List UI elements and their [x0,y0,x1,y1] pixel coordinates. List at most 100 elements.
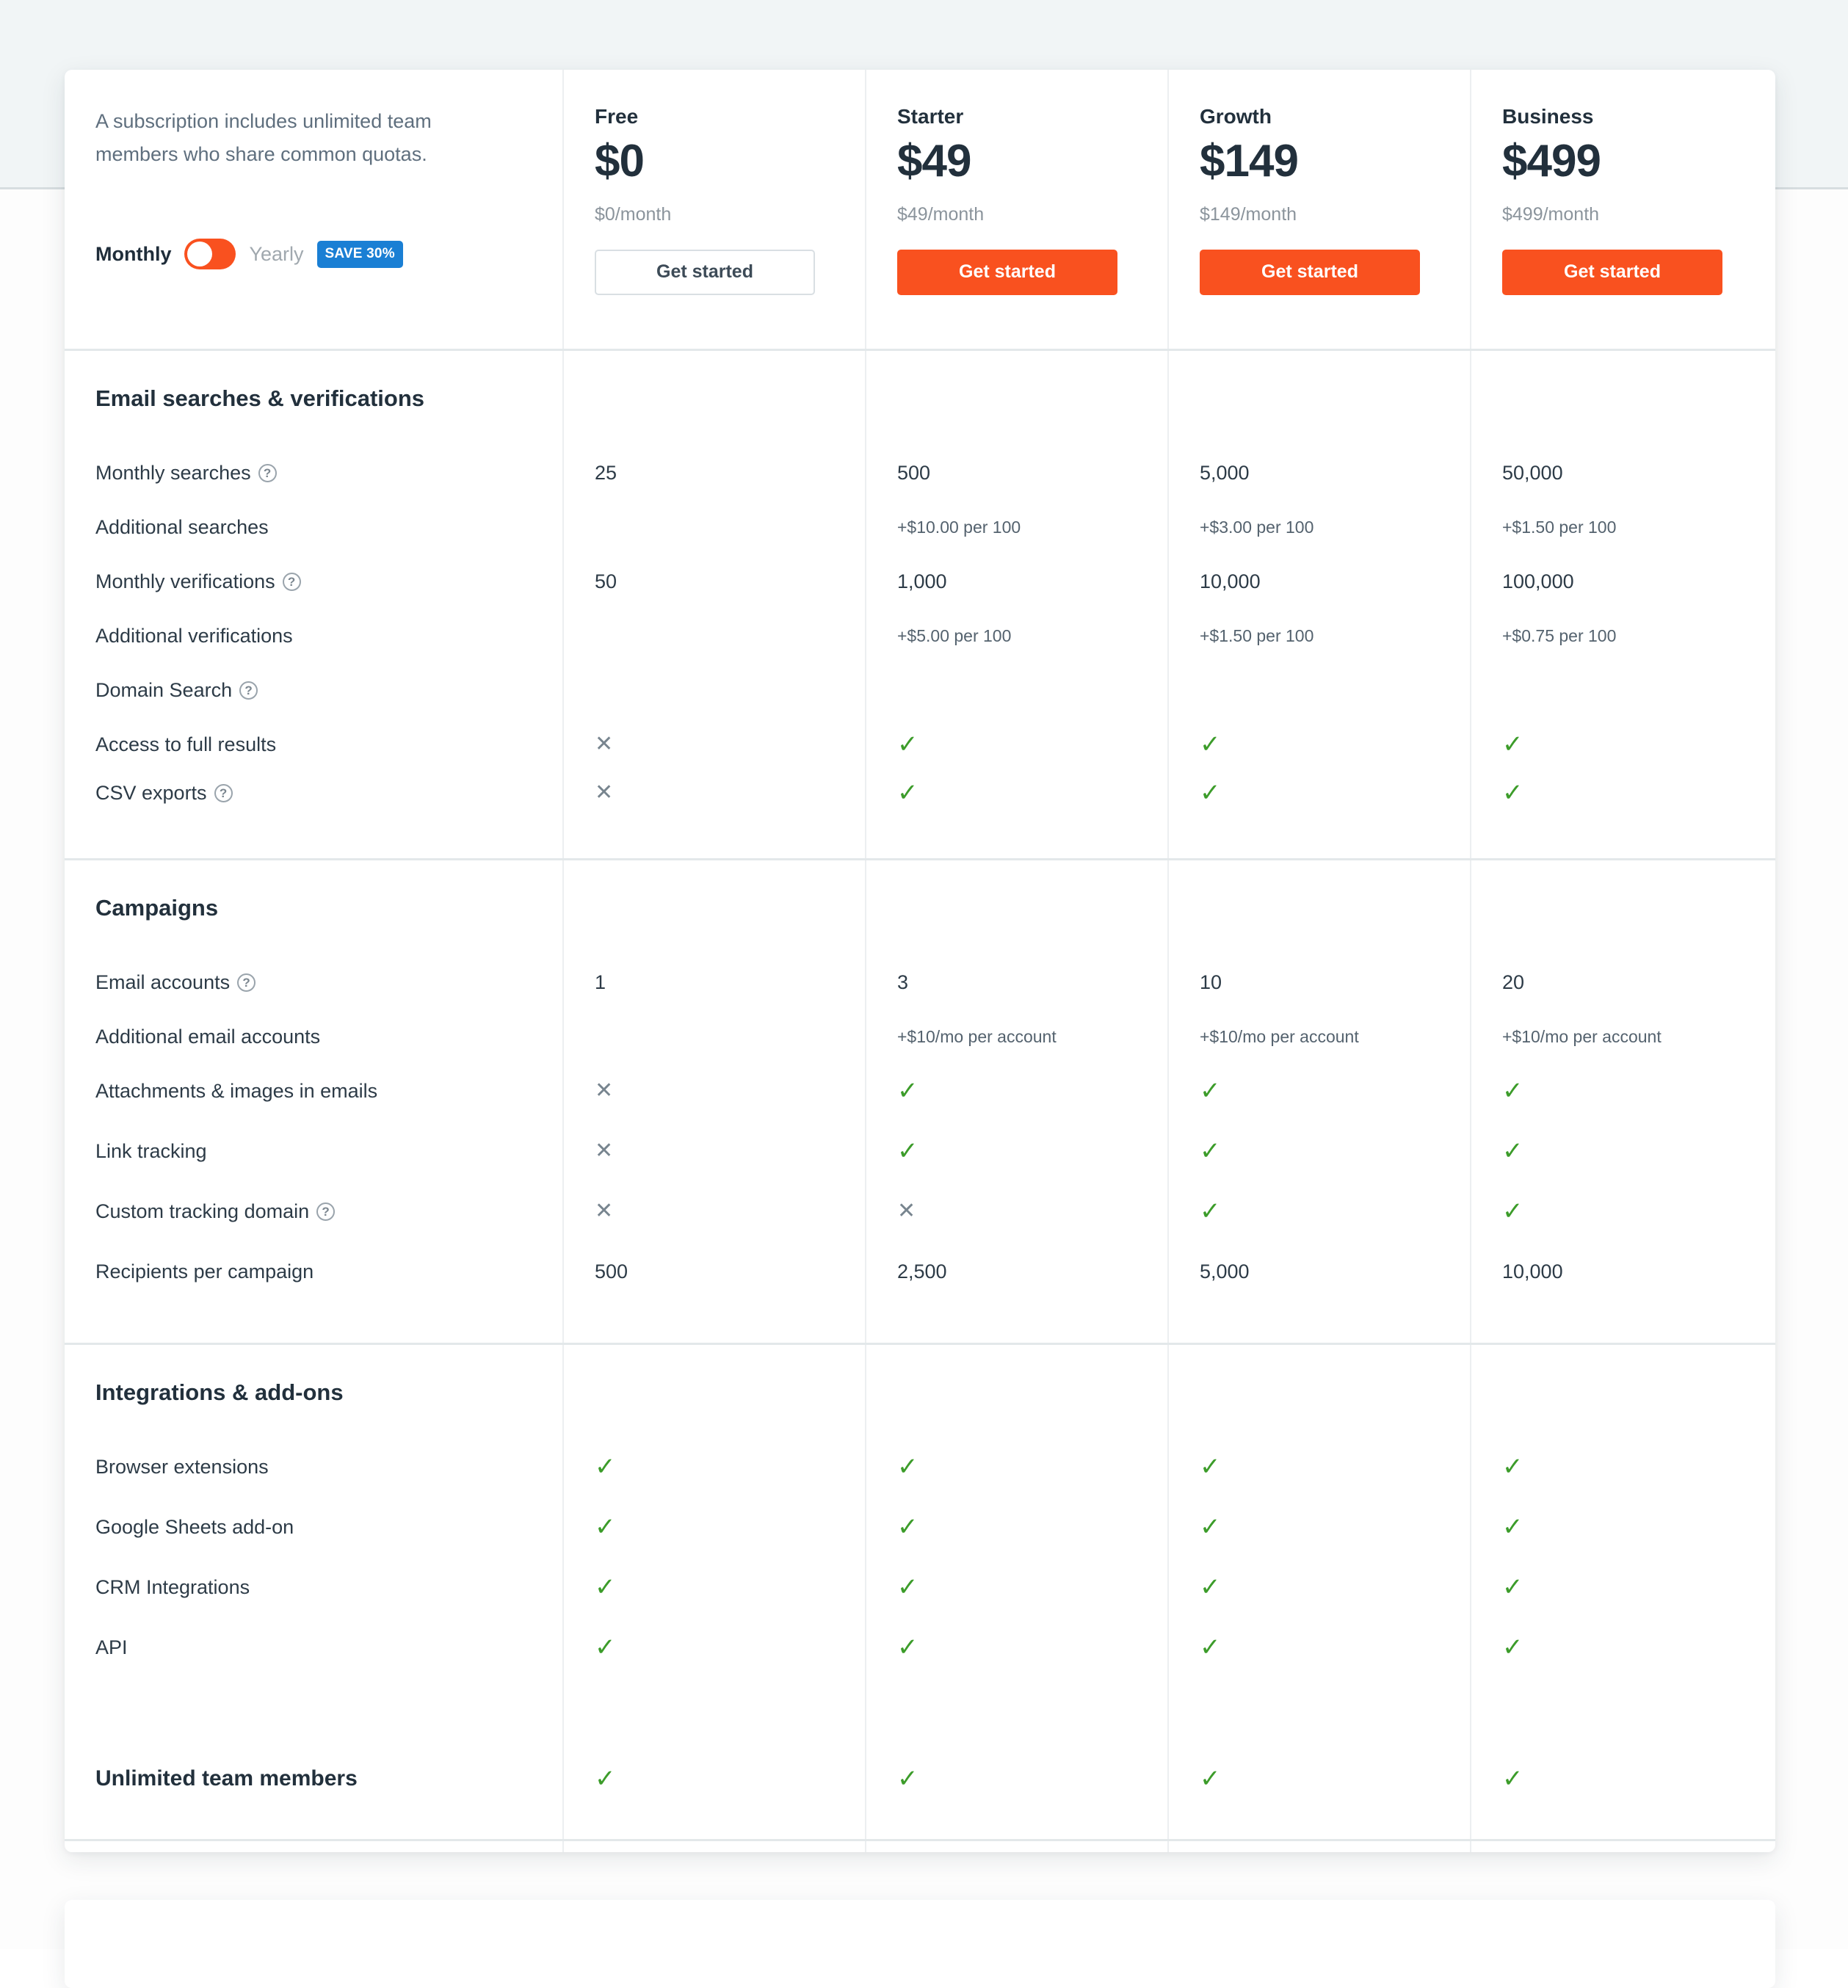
check-icon: ✓ [1502,1199,1523,1224]
feature-value-cell: ✓ [1200,720,1439,769]
section-title-spacer [595,860,834,921]
summary-row: ✓ [897,1719,1137,1839]
feature-value-cell: 1,000 [897,551,1137,612]
check-icon: ✓ [1502,1765,1523,1793]
feature-value-list: ✓✓✓✓ [595,1406,834,1677]
feature-row: Email accounts? [95,952,532,1012]
check-icon: ✓ [897,732,918,757]
feature-value-cell: ✕ [897,1181,1137,1241]
feature-value-cell: 25 [595,443,834,503]
feature-value-column-business: ✓✓✓✓ [1471,1345,1774,1719]
check-icon: ✓ [1200,780,1221,805]
billing-monthly-label[interactable]: Monthly [95,243,171,266]
check-icon: ✓ [897,1635,918,1660]
get-started-button-starter[interactable]: Get started [897,250,1117,295]
feature-value-column-free: 1✕✕✕500 [564,860,866,1343]
feature-value-cell: ✓ [1200,1181,1439,1241]
feature-row: Additional verifications [95,612,532,660]
check-icon: ✓ [1502,1454,1523,1479]
plan-column-free: Free $0 $0/month Get started [564,70,866,349]
feature-value-list: 2550✕✕ [595,412,834,817]
feature-label-column: CampaignsEmail accounts?Additional email… [65,860,564,1343]
summary-label-column: Support [65,1841,564,1852]
check-icon: ✓ [897,1139,918,1164]
check-icon: ✓ [595,1514,616,1539]
feature-label: Additional searches [95,516,269,539]
section-title-spacer [897,860,1137,921]
summary-row: ✓ [1502,1719,1743,1839]
get-started-button-free[interactable]: Get started [595,250,815,295]
plan-name: Starter [897,105,1137,128]
feature-label: Link tracking [95,1140,207,1163]
summary-value: ✓ [1200,1766,1221,1792]
feature-value-cell: 2,500 [897,1241,1137,1302]
section-title: Email searches & verifications [95,351,532,412]
section-title-spacer [1200,351,1439,412]
feature-label: Browser extensions [95,1456,269,1479]
cross-icon: ✕ [595,733,613,755]
help-icon[interactable]: ? [283,573,301,591]
feature-label-column: Email searches & verificationsMonthly se… [65,351,564,858]
plan-column-growth: Growth $149 $149/month Get started [1169,70,1471,349]
feature-value-cell: ✕ [595,1121,834,1181]
feature-value-cell: ✓ [1200,769,1439,817]
billing-period-switch[interactable] [184,239,236,269]
plan-column-starter: Starter $49 $49/month Get started [866,70,1169,349]
feature-value-cell: ✓ [595,1557,834,1617]
help-icon[interactable]: ? [214,784,233,802]
feature-value-list: 5,000+$3.00 per 10010,000+$1.50 per 100✓… [1200,412,1439,817]
summary-row: Support [95,1841,532,1852]
billing-yearly-label[interactable]: Yearly [249,243,303,266]
feature-value-cell: +$5.00 per 100 [897,612,1137,660]
feature-row: CRM Integrations [95,1557,532,1617]
section-title-spacer [595,351,834,412]
cross-icon: ✕ [897,1200,916,1222]
feature-row: Monthly verifications? [95,551,532,612]
feature-name-list: Monthly searches? Additional searches Mont… [95,412,532,817]
feature-value-cell: +$10.00 per 100 [897,503,1137,551]
feature-value-cell: ✓ [897,720,1137,769]
save-badge: SAVE 30% [317,241,403,268]
feature-row: Link tracking [95,1121,532,1181]
summary-label-column: Unlimited team members [65,1719,564,1839]
check-icon: ✓ [1200,1635,1221,1660]
feature-section: CampaignsEmail accounts?Additional email… [65,860,1775,1345]
summary-value-column-business: ✓ [1471,1719,1774,1839]
feature-value-cell: +$10/mo per account [897,1012,1137,1061]
check-icon: ✓ [1200,1454,1221,1479]
plan-column-business: Business $499 $499/month Get started [1471,70,1774,349]
feature-value-cell: ✓ [1502,720,1743,769]
billing-period-toggle-group[interactable]: Monthly Yearly SAVE 30% [95,239,403,269]
feature-section: Integrations & add-onsBrowser extensions… [65,1345,1775,1719]
feature-value-cell: 3 [897,952,1137,1012]
help-icon[interactable]: ? [239,681,258,700]
summary-value: ✓ [897,1766,918,1792]
feature-row: Monthly searches? [95,443,532,503]
cross-icon: ✕ [595,782,613,804]
feature-value-cell: +$3.00 per 100 [1200,503,1439,551]
feature-value-column-business: 20+$10/mo per account✓✓✓10,000 [1471,860,1774,1343]
feature-name-list: Email accounts?Additional email accounts… [95,921,532,1302]
help-icon[interactable]: ? [316,1202,335,1221]
feature-value-cell [595,1012,834,1061]
feature-label: Attachments & images in emails [95,1080,377,1103]
subscription-intro-text: A subscription includes unlimited team m… [95,70,507,171]
feature-label: Access to full results [95,733,276,756]
pricing-comparison-card: A subscription includes unlimited team m… [65,70,1775,1852]
feature-row: Domain Search? [95,660,532,720]
feature-value-cell: ✕ [595,1061,834,1121]
help-icon[interactable]: ? [258,464,277,482]
feature-row: Custom tracking domain? [95,1181,532,1241]
plan-per-month: $0/month [595,204,834,225]
get-started-button-business[interactable]: Get started [1502,250,1722,295]
feature-label: Google Sheets add-on [95,1516,294,1539]
plan-price: $0 [595,137,834,186]
check-icon: ✓ [897,1514,918,1539]
help-icon[interactable]: ? [237,973,256,992]
feature-value-column-starter: ✓✓✓✓ [866,1345,1169,1719]
get-started-button-growth[interactable]: Get started [1200,250,1420,295]
cross-icon: ✕ [595,1080,613,1102]
feature-value-cell: ✓ [897,1497,1137,1557]
check-icon: ✓ [1200,1575,1221,1600]
summary-row: Unlimited team members [95,1719,532,1839]
